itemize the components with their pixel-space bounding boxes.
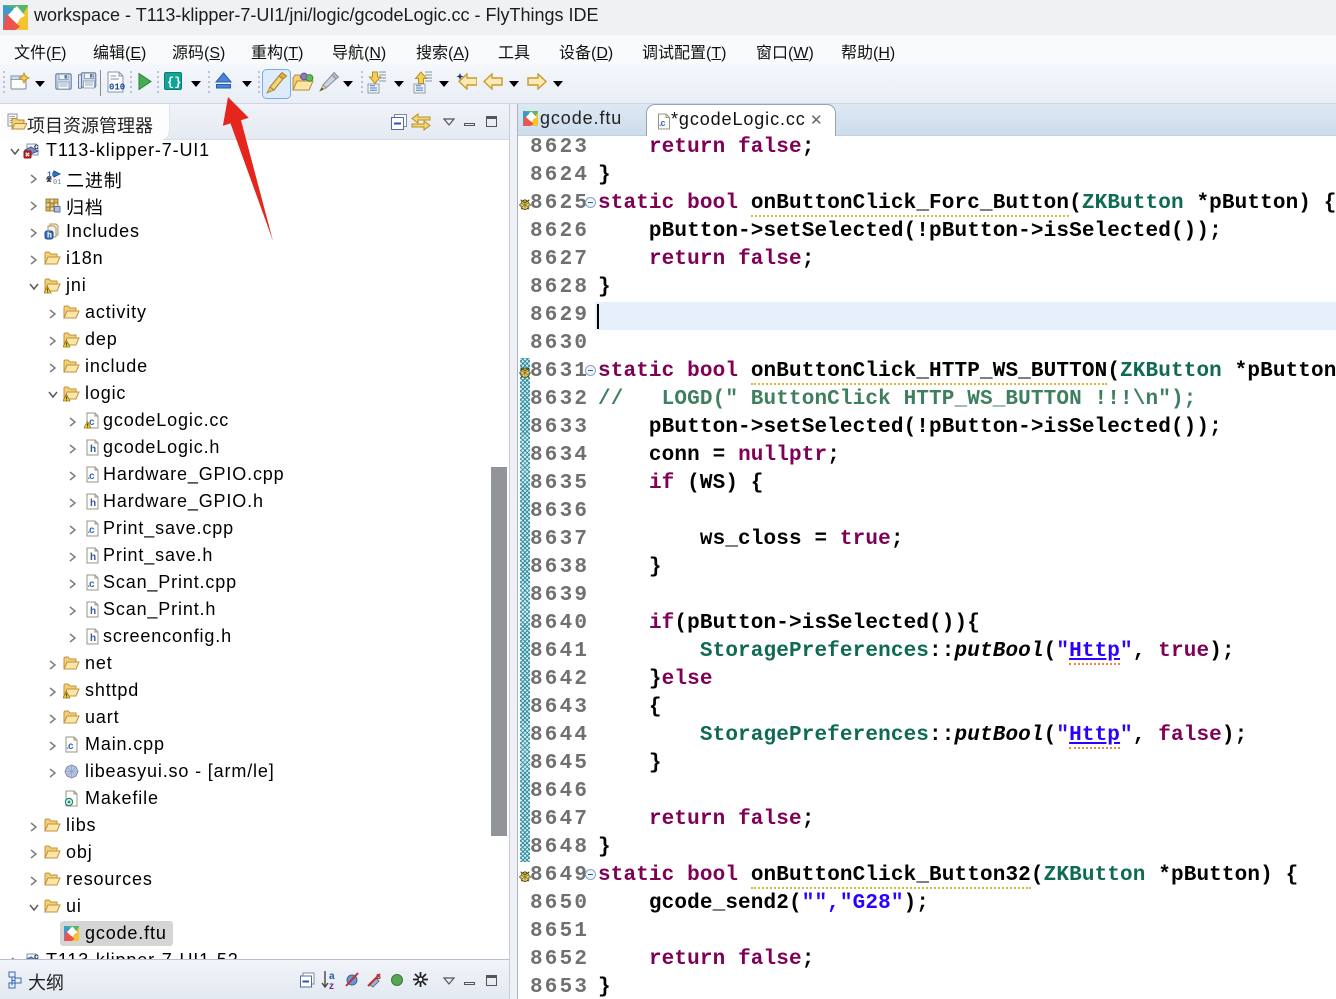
svg-text:h: h	[90, 498, 96, 509]
svg-text:{}: {}	[167, 76, 181, 90]
svg-text:h: h	[90, 633, 96, 644]
svg-text:c: c	[68, 741, 74, 752]
svg-text:010: 010	[109, 83, 125, 93]
svg-text:01: 01	[53, 179, 61, 186]
svg-text:h: h	[90, 444, 96, 455]
svg-text:h: h	[90, 552, 96, 563]
svg-text:h: h	[47, 231, 52, 240]
svg-text:c: c	[34, 142, 39, 151]
svg-text:c: c	[89, 525, 95, 536]
svg-text:c: c	[661, 118, 666, 128]
svg-text:c: c	[89, 579, 95, 590]
svg-text:z: z	[329, 981, 334, 991]
svg-text:h: h	[90, 606, 96, 617]
svg-text:c: c	[89, 471, 95, 482]
